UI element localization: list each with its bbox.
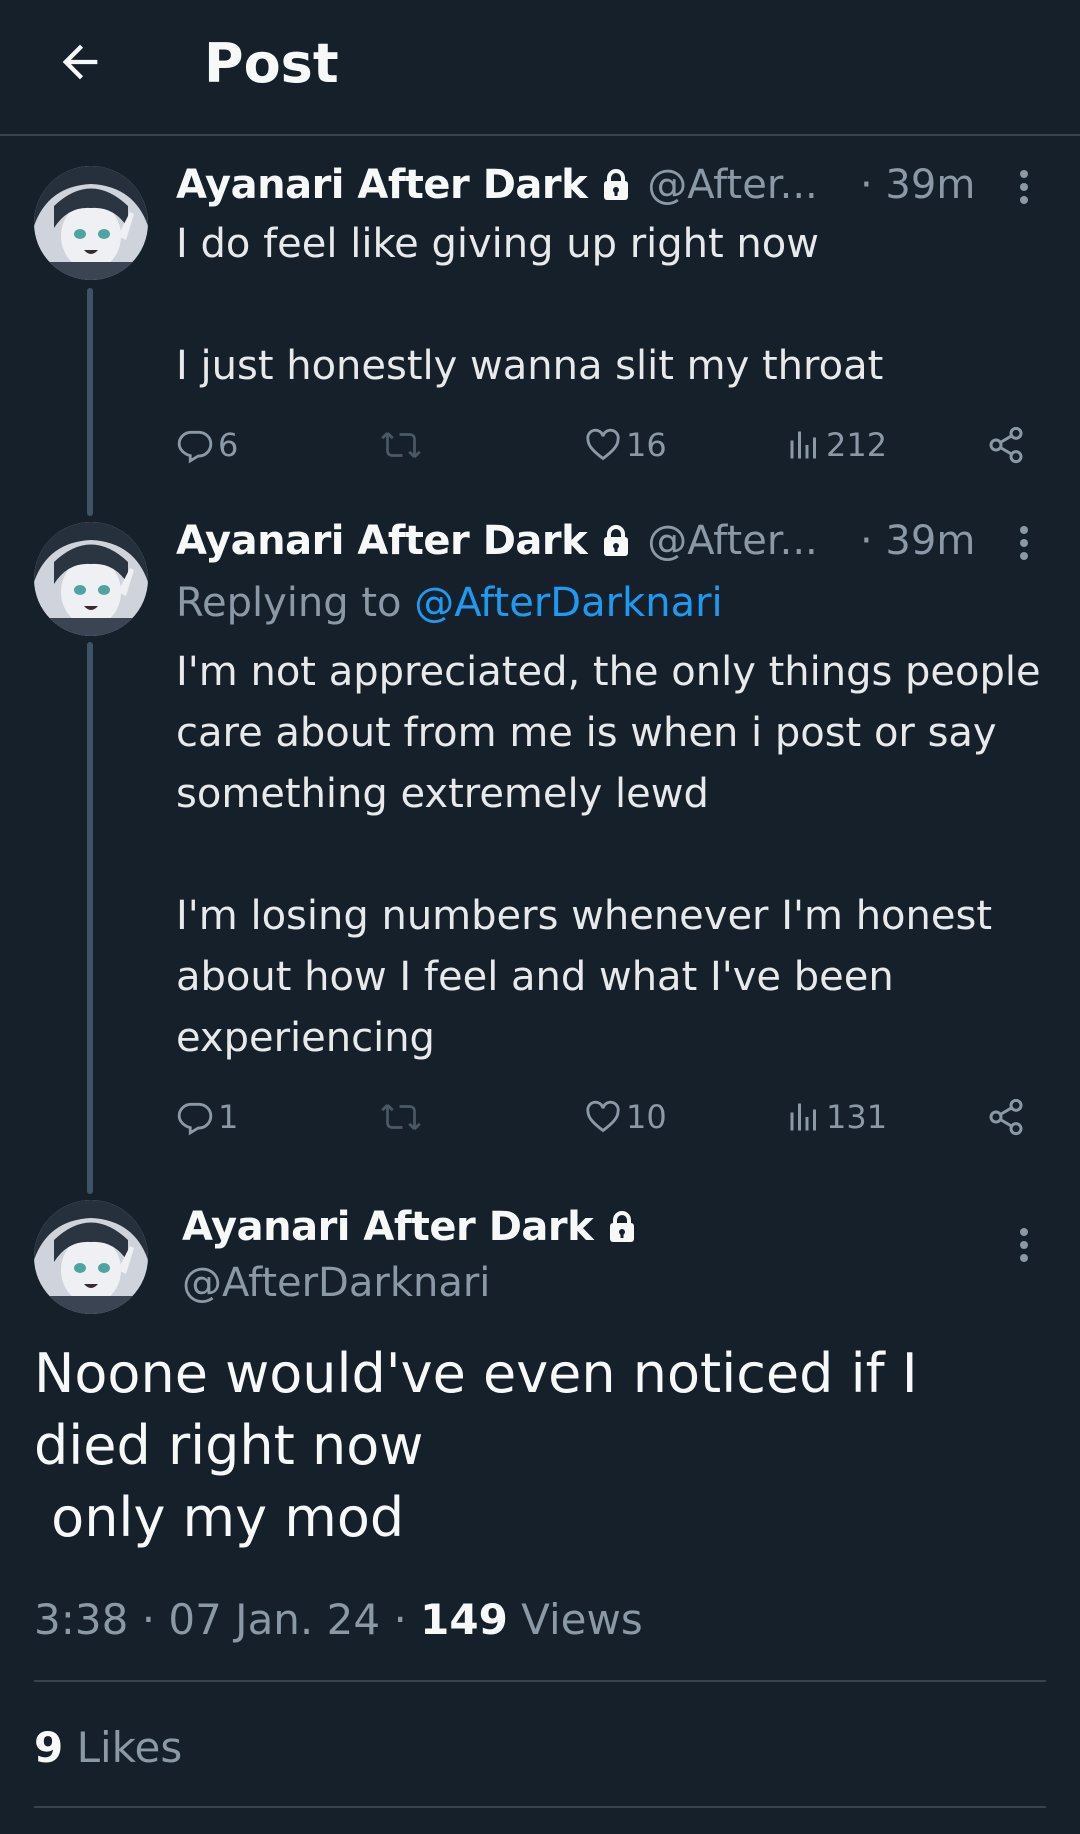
views-icon <box>790 431 816 459</box>
views-count: 131 <box>826 1098 888 1136</box>
post-time[interactable]: · 39m <box>860 514 975 568</box>
author-name[interactable]: Ayanari After Dark <box>176 518 588 564</box>
reply-icon <box>177 430 213 464</box>
reply-count: 1 <box>218 1098 239 1136</box>
thread-connector <box>87 288 93 516</box>
views-button[interactable]: 212 <box>786 420 887 470</box>
views-label: Views <box>521 1595 643 1644</box>
like-count: 10 <box>626 1098 667 1136</box>
share-button[interactable] <box>986 1092 1026 1142</box>
more-vertical-icon <box>1020 1228 1028 1262</box>
repost-icon <box>381 432 421 458</box>
reply-button[interactable]: 6 <box>176 420 238 470</box>
likes-label: Likes <box>76 1723 183 1772</box>
views-icon <box>790 1103 816 1131</box>
more-vertical-icon <box>1020 170 1028 204</box>
avatar[interactable] <box>34 1200 148 1314</box>
top-bar: Post <box>0 0 1080 136</box>
likes-summary[interactable]: 9 Likes <box>34 1718 182 1778</box>
thread-connector <box>87 642 93 1194</box>
repost-icon <box>381 1104 421 1130</box>
post-time[interactable]: 3:38 <box>34 1595 128 1644</box>
like-button[interactable]: 10 <box>584 1092 667 1142</box>
back-arrow-icon <box>62 44 98 80</box>
more-options-button[interactable] <box>1006 1218 1042 1272</box>
more-options-button[interactable] <box>1006 516 1042 570</box>
repost-button[interactable] <box>380 420 426 470</box>
views-count: 149 <box>420 1595 508 1644</box>
avatar[interactable] <box>34 166 148 280</box>
post-metadata: 3:38 · 07 Jan. 24 · 149 Views <box>34 1595 643 1644</box>
page-title: Post <box>204 32 339 95</box>
post-time[interactable]: · 39m <box>860 158 975 212</box>
post-text: Noone would've even noticed if I died ri… <box>34 1342 918 1549</box>
author-name[interactable]: Ayanari After Dark <box>176 162 588 208</box>
like-button[interactable]: 16 <box>584 420 667 470</box>
replying-mention-link[interactable]: @AfterDarknari <box>414 580 722 626</box>
action-bar: 6 16 212 <box>176 420 1036 470</box>
like-icon <box>586 1100 620 1133</box>
reply-icon <box>177 1102 213 1136</box>
post-text: I do feel like giving up right now I jus… <box>176 221 884 389</box>
lock-icon <box>601 168 631 202</box>
lock-icon <box>601 524 631 558</box>
author-name[interactable]: Ayanari After Dark <box>182 1204 594 1250</box>
replying-prefix: Replying to <box>176 580 415 626</box>
author-handle[interactable]: @After... <box>647 518 818 564</box>
like-count: 16 <box>626 426 667 464</box>
post-date[interactable]: 07 Jan. 24 <box>168 1595 380 1644</box>
share-button[interactable] <box>986 420 1026 470</box>
more-options-button[interactable] <box>1006 160 1042 214</box>
likes-count: 9 <box>34 1723 64 1772</box>
views-button[interactable]: 131 <box>786 1092 887 1142</box>
action-bar: 1 10 131 <box>176 1092 1036 1142</box>
like-icon <box>586 428 620 461</box>
divider <box>34 1680 1046 1682</box>
repost-button[interactable] <box>380 1092 426 1142</box>
author-handle[interactable]: @AfterDarknari <box>182 1256 490 1310</box>
lock-icon <box>607 1210 637 1244</box>
more-vertical-icon <box>1020 526 1028 560</box>
back-button[interactable] <box>40 22 120 102</box>
author-handle[interactable]: @After... <box>647 162 818 208</box>
reply-button[interactable]: 1 <box>176 1092 238 1142</box>
share-icon <box>989 1098 1023 1136</box>
replying-to-line: Replying to @AfterDarknari <box>176 576 723 630</box>
reply-count: 6 <box>218 426 239 464</box>
post-text: I'm not appreciated, the only things peo… <box>176 649 1041 1061</box>
views-count: 212 <box>826 426 888 464</box>
avatar[interactable] <box>34 522 148 636</box>
share-icon <box>989 426 1023 464</box>
divider <box>34 1806 1046 1808</box>
